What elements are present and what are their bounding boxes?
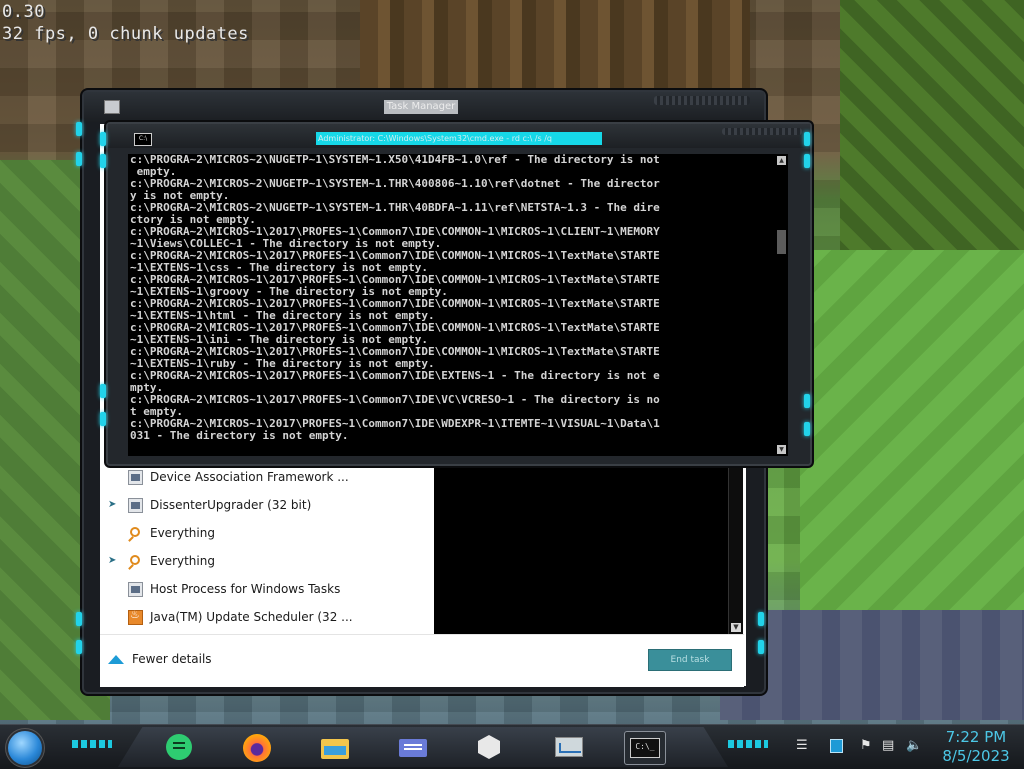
process-name: Everything [150,526,215,540]
console-text: c:\PROGRA~2\MICROS~2\NUGETP~1\SYSTEM~1.X… [128,154,776,442]
cube-app-icon[interactable] [472,731,506,763]
file-explorer-icon[interactable] [318,731,352,763]
list-item[interactable]: Java(TM) Update Scheduler (32 ... [100,604,434,632]
chevron-right-icon[interactable]: ➤ [108,499,116,510]
frame-accent [76,152,82,166]
list-item[interactable]: Device Association Framework ... [100,464,434,492]
chevron-right-icon[interactable]: ➤ [108,555,116,566]
process-name: Everything [150,554,215,568]
process-name: DissenterUpgrader (32 bit) [150,498,312,512]
id-card-app-icon[interactable] [396,731,430,763]
end-task-button[interactable]: End task [648,649,732,671]
list-item[interactable]: Host Process for Windows Tasks [100,576,434,604]
list-item[interactable]: ➤ Everything [100,548,434,576]
frame-accent [100,132,106,146]
scroll-up-icon[interactable]: ▲ [777,156,786,165]
task-manager-footer: Fewer details End task [100,634,744,687]
window-controls[interactable] [654,96,750,105]
taskbar-accent [72,740,112,748]
java-icon [128,608,143,625]
window-icon [128,582,143,597]
network-icon[interactable]: ▤ [882,738,894,753]
cmd-taskbar-button[interactable]: C:\_ [624,731,666,765]
volume-icon[interactable]: 🔈 [906,738,922,753]
window-icon [128,498,143,513]
cmd-titlebar[interactable]: C:\ Administrator: C:\Windows\System32\c… [108,124,810,148]
scroll-down-icon[interactable]: ▼ [777,445,786,454]
frame-accent [100,154,106,168]
console-line: c:\PROGRA~2\MICROS~2\NUGETP~1\SYSTEM~1.X… [130,154,660,166]
notification-icon[interactable] [830,739,843,753]
process-name: Device Association Framework ... [150,470,349,484]
frame-accent [76,612,82,626]
list-item[interactable]: ➤ DissenterUpgrader (32 bit) [100,492,434,520]
menu-icon[interactable]: ☰ [796,738,808,753]
process-name: Java(TM) Update Scheduler (32 ... [150,610,353,624]
list-item[interactable]: Everything [100,520,434,548]
console-line: c:\PROGRA~2\MICROS~1\2017\PROFES~1\Commo… [130,393,660,406]
frame-accent [804,154,810,168]
frame-accent [76,122,82,136]
task-manager-titlebar[interactable]: Task Manager [84,92,764,122]
scroll-down-icon[interactable]: ▼ [731,623,741,632]
firefox-icon[interactable] [240,731,274,763]
frame-accent [76,640,82,654]
frame-accent [804,394,810,408]
console-output[interactable]: c:\PROGRA~2\MICROS~2\NUGETP~1\SYSTEM~1.X… [128,154,776,456]
cmd-title: Administrator: C:\Windows\System32\cmd.e… [316,132,602,145]
frame-accent [100,412,106,426]
process-stats-panel [434,464,728,634]
task-manager-title: Task Manager [384,100,458,114]
window-icon [128,470,143,485]
frame-accent [100,384,106,398]
cmd-window: C:\ Administrator: C:\Windows\System32\c… [100,122,812,466]
cmd-icon: C:\_ [630,738,660,758]
console-line: c:\PROGRA~2\MICROS~1\2017\PROFES~1\Commo… [130,369,660,382]
clock[interactable]: 7:22 PM 8/5/2023 [932,728,1020,766]
fewer-details-label: Fewer details [132,652,212,666]
fewer-details-button[interactable]: Fewer details [108,652,212,666]
frame-accent [758,612,764,626]
background-grass-right [800,250,1024,670]
clock-date: 8/5/2023 [942,747,1010,765]
chevron-up-icon [108,655,124,664]
background-leaves [840,0,1024,260]
hud-fps: 32 fps, 0 chunk updates [2,24,249,44]
search-icon [130,555,140,565]
process-list-scrollbar[interactable]: ▼ [728,464,743,634]
console-line: 031 - The directory is not empty. [130,429,349,442]
window-controls[interactable] [722,128,802,135]
console-scrollbar[interactable]: ▲ ▼ [776,154,788,456]
clock-time: 7:22 PM [945,728,1007,746]
frame-accent [804,132,810,146]
scrollbar-thumb[interactable] [777,230,786,254]
search-icon [130,527,140,537]
cmd-icon: C:\ [134,133,152,146]
taskbar: C:\_ ☰ ⚑ ▤ 🔈 7:22 PM 8/5/2023 [0,724,1024,769]
flag-icon[interactable]: ⚑ [860,738,872,753]
frame-accent [758,640,764,654]
process-name: Host Process for Windows Tasks [150,582,341,596]
chat-app-icon[interactable] [162,731,196,763]
task-manager-icon [104,100,120,114]
frame-accent [804,422,810,436]
process-list: Device Association Framework ... ➤ Disse… [100,464,434,634]
performance-monitor-icon[interactable] [552,731,586,763]
hud-version: 0.30 [2,2,45,22]
taskbar-accent [728,740,768,748]
start-button[interactable] [8,731,42,765]
